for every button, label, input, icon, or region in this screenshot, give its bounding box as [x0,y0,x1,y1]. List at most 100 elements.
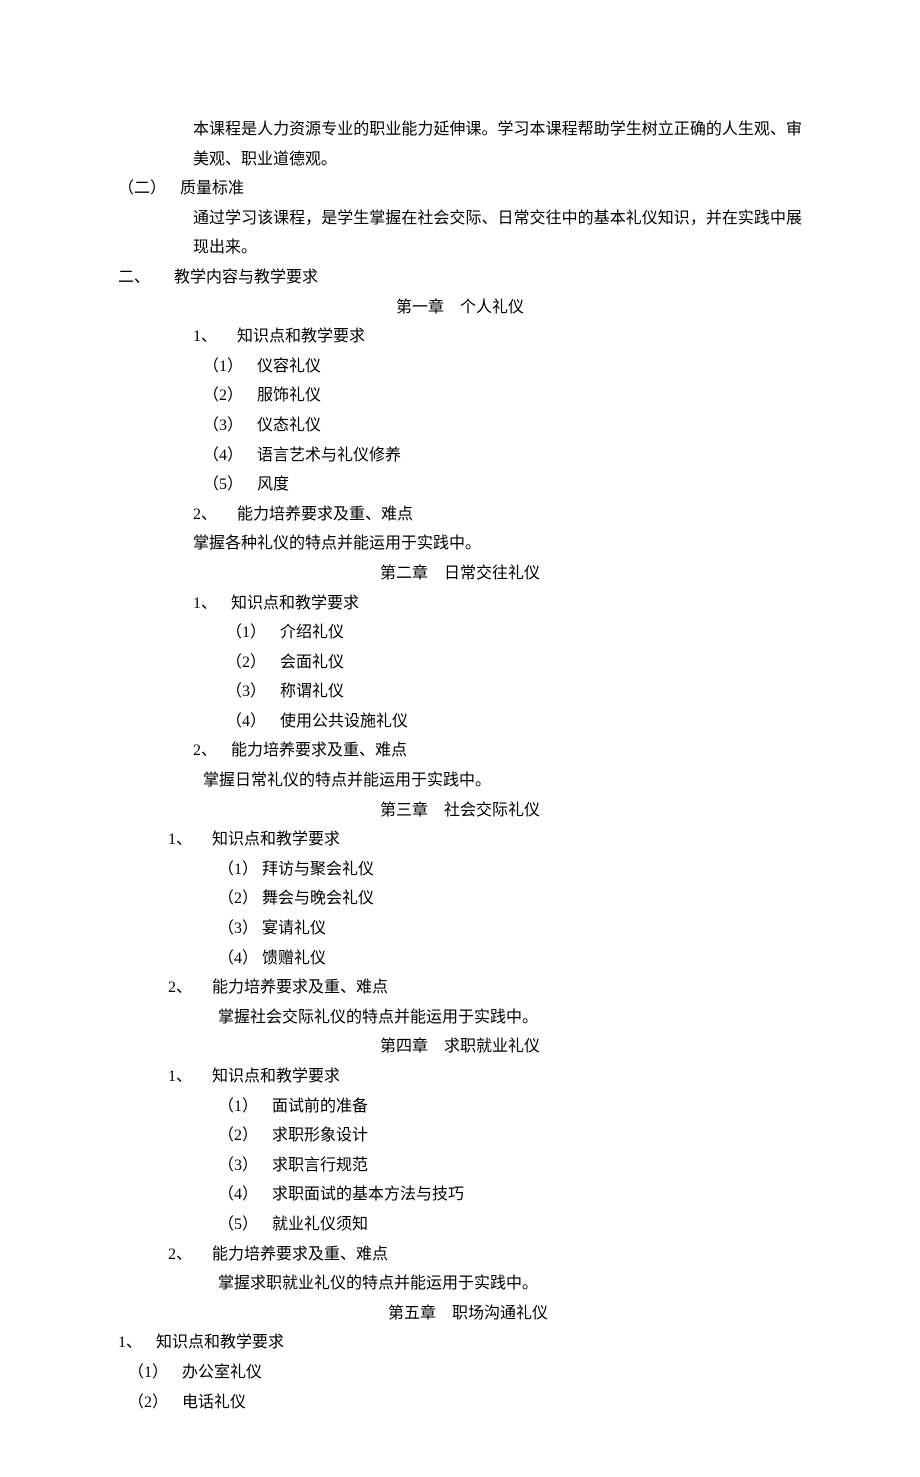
chapter-1-title: 第一章 个人礼仪 [118,293,802,323]
ch2-item-3: （3） 称谓礼仪 [226,677,802,707]
ch4-i2-label: （2） [218,1121,258,1151]
ch3-item-2: （2）舞会与晚会礼仪 [218,884,802,914]
ch4-a-label: 2、 [168,1240,192,1270]
ch4-i5-label: （5） [218,1210,258,1240]
ch3-i3-text: 宴请礼仪 [262,920,326,937]
ch2-knowledge-header: 1、知识点和教学要求 [193,589,802,619]
ch2-item-2: （2） 会面礼仪 [226,648,802,678]
chapter-3-title: 第三章 社会交际礼仪 [118,796,802,826]
ch3-item-4: （4）馈赠礼仪 [218,944,802,974]
ch2-item-4: （4） 使用公共设施礼仪 [226,707,802,737]
ch1-i2-text: 服饰礼仪 [257,387,321,404]
ch3-ability-body: 掌握社会交际礼仪的特点并能运用于实践中。 [218,1003,802,1033]
ch1-k-title: 知识点和教学要求 [237,328,365,345]
chapter-5-title: 第五章 职场沟通礼仪 [388,1299,802,1329]
section-2-label: 二、 [118,263,150,293]
ch5-i2-label: （2） [128,1388,168,1418]
ch1-item-3: （3） 仪态礼仪 [203,411,802,441]
ch1-i1-label: （1） [203,352,243,382]
ch1-knowledge-header: 1、 知识点和教学要求 [193,322,802,352]
ch2-i3-text: 称谓礼仪 [280,683,344,700]
ch4-i2-text: 求职形象设计 [272,1127,368,1144]
ch2-k-label: 1、 [193,589,217,619]
ch4-k-title: 知识点和教学要求 [212,1068,340,1085]
ch3-i4-text: 馈赠礼仪 [262,950,326,967]
ch1-item-5: （5） 风度 [203,470,802,500]
ch1-i3-text: 仪态礼仪 [257,417,321,434]
ch2-i1-text: 介绍礼仪 [280,624,344,641]
ch3-ability-header: 2、能力培养要求及重、难点 [168,973,802,1003]
ch3-i2-text: 舞会与晚会礼仪 [262,890,374,907]
ch2-ability-header: 2、能力培养要求及重、难点 [193,736,802,766]
ch2-k-title: 知识点和教学要求 [231,595,359,612]
ch2-i1-label: （1） [226,618,266,648]
ch2-i2-label: （2） [226,648,266,678]
ch1-i2-label: （2） [203,381,243,411]
section-1-2-body: 通过学习该课程，是学生掌握在社会交际、日常交往中的基本礼仪知识，并在实践中展现出… [193,204,802,263]
ch3-item-1: （1）拜访与聚会礼仪 [218,855,802,885]
ch5-i2-text: 电话礼仪 [182,1394,246,1411]
ch3-k-label: 1、 [168,825,192,855]
ch4-ability-body: 掌握求职就业礼仪的特点并能运用于实践中。 [218,1269,802,1299]
ch1-i5-label: （5） [203,470,243,500]
ch1-i5-text: 风度 [257,476,289,493]
ch3-a-title: 能力培养要求及重、难点 [212,979,388,996]
ch1-a-label: 2、 [193,500,217,530]
ch5-i1-label: （1） [128,1358,168,1388]
ch1-i4-text: 语言艺术与礼仪修养 [257,447,401,464]
ch2-a-label: 2、 [193,736,217,766]
ch2-i4-text: 使用公共设施礼仪 [280,713,408,730]
ch4-item-2: （2） 求职形象设计 [218,1121,802,1151]
ch4-item-3: （3） 求职言行规范 [218,1151,802,1181]
ch5-knowledge-header: 1、知识点和教学要求 [118,1328,802,1358]
ch4-i4-label: （4） [218,1180,258,1210]
ch4-item-1: （1） 面试前的准备 [218,1092,802,1122]
ch4-a-title: 能力培养要求及重、难点 [212,1246,388,1263]
chapter-4-title: 第四章 求职就业礼仪 [118,1032,802,1062]
ch2-i3-label: （3） [226,677,266,707]
ch3-i2-label: （2） [218,884,258,914]
section-1-2-header: （二） 质量标准 [118,174,802,204]
ch1-i4-label: （4） [203,441,243,471]
ch4-item-4: （4） 求职面试的基本方法与技巧 [218,1180,802,1210]
section-2-header: 二、 教学内容与教学要求 [118,263,802,293]
ch3-i4-label: （4） [218,944,258,974]
ch1-a-title: 能力培养要求及重、难点 [237,506,413,523]
ch3-i1-text: 拜访与聚会礼仪 [262,861,374,878]
ch1-i3-label: （3） [203,411,243,441]
ch3-i3-label: （3） [218,914,258,944]
ch4-i3-text: 求职言行规范 [272,1157,368,1174]
ch1-k-label: 1、 [193,322,217,352]
ch2-ability-body: 掌握日常礼仪的特点并能运用于实践中。 [203,766,802,796]
ch4-item-5: （5） 就业礼仪须知 [218,1210,802,1240]
ch1-ability-header: 2、 能力培养要求及重、难点 [193,500,802,530]
chapter-2-title: 第二章 日常交往礼仪 [118,559,802,589]
ch3-i1-label: （1） [218,855,258,885]
ch4-i3-label: （3） [218,1151,258,1181]
ch5-k-label: 1、 [118,1328,142,1358]
intro-paragraph: 本课程是人力资源专业的职业能力延伸课。学习本课程帮助学生树立正确的人生观、审美观… [193,115,802,174]
section-2-title: 教学内容与教学要求 [174,263,318,293]
section-1-2-title: 质量标准 [180,174,244,204]
ch3-knowledge-header: 1、 知识点和教学要求 [168,825,802,855]
ch4-i4-text: 求职面试的基本方法与技巧 [272,1186,464,1203]
ch1-i1-text: 仪容礼仪 [257,358,321,375]
ch4-k-label: 1、 [168,1062,192,1092]
section-1-2-label: （二） [118,174,166,204]
ch4-i5-text: 就业礼仪须知 [272,1216,368,1233]
ch4-i1-label: （1） [218,1092,258,1122]
ch4-knowledge-header: 1、 知识点和教学要求 [168,1062,802,1092]
ch5-item-1: （1） 办公室礼仪 [128,1358,802,1388]
ch1-ability-body: 掌握各种礼仪的特点并能运用于实践中。 [193,529,802,559]
ch2-i4-label: （4） [226,707,266,737]
ch1-item-1: （1） 仪容礼仪 [203,352,802,382]
ch2-i2-text: 会面礼仪 [280,654,344,671]
ch5-i1-text: 办公室礼仪 [182,1364,262,1381]
ch2-item-1: （1） 介绍礼仪 [226,618,802,648]
ch2-a-title: 能力培养要求及重、难点 [231,742,407,759]
ch1-item-2: （2） 服饰礼仪 [203,381,802,411]
ch3-k-title: 知识点和教学要求 [212,831,340,848]
ch5-k-title: 知识点和教学要求 [156,1334,284,1351]
ch1-item-4: （4） 语言艺术与礼仪修养 [203,441,802,471]
ch4-i1-text: 面试前的准备 [272,1098,368,1115]
